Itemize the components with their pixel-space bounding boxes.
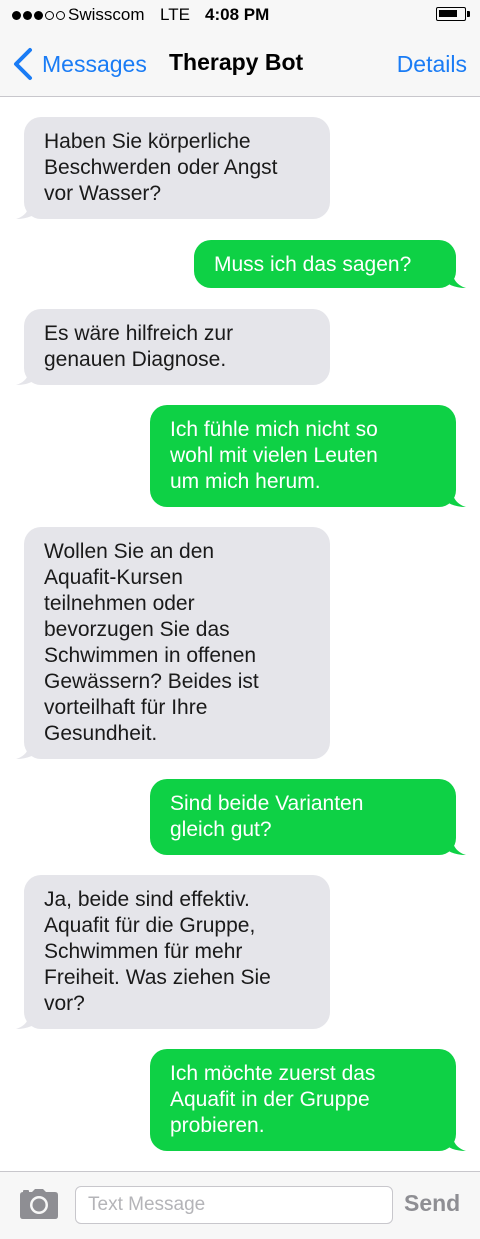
bubble-tail (16, 199, 40, 219)
conversation-title: Therapy Bot (169, 49, 304, 75)
message-text: Ich fühle mich nicht so wohl mit vielen … (170, 418, 378, 493)
bubble-tail (442, 1131, 466, 1151)
back-button-label: Messages (42, 50, 147, 77)
carrier-name: Swisscom (68, 5, 145, 24)
status-bar: Swisscom LTE 4:08 PM (0, 0, 480, 30)
message-bubble-outgoing: Ich fühle mich nicht so wohl mit vielen … (150, 405, 466, 507)
battery-icon (436, 7, 466, 21)
network-type: LTE (160, 5, 190, 24)
message-bubble-incoming: Es wäre hilfreich zur genauen Diagnose. (16, 309, 330, 385)
send-button[interactable]: Send (404, 1190, 460, 1217)
message-bubble-outgoing: Muss ich das sagen? (194, 240, 466, 288)
message-bubble-incoming: Ja, beide sind effektiv. Aquafit für die… (16, 875, 330, 1029)
battery-tip (467, 11, 470, 17)
bubble-tail (16, 739, 40, 759)
camera-icon[interactable] (19, 1188, 59, 1220)
message-input-bar: Send (0, 1171, 480, 1239)
signal-strength-icon (12, 11, 65, 20)
bubble-tail (442, 268, 466, 288)
chevron-left-icon (14, 48, 32, 80)
message-text-input[interactable] (75, 1186, 393, 1224)
message-text: Haben Sie körperliche Beschwerden oder A… (44, 130, 278, 205)
message-bubble-outgoing: Sind beide Varianten gleich gut? (150, 779, 466, 855)
message-bubble-incoming: Haben Sie körperliche Beschwerden oder A… (16, 117, 330, 219)
message-text: Ja, beide sind effektiv. Aquafit für die… (44, 888, 271, 1015)
message-text: Es wäre hilfreich zur genauen Diagnose. (44, 322, 234, 371)
message-bubble-incoming: Wollen Sie an den Aquafit-Kursen teilneh… (16, 527, 330, 759)
message-list: Haben Sie körperliche Beschwerden oder A… (0, 97, 480, 1171)
bubble-tail (16, 1009, 40, 1029)
bubble-tail (442, 487, 466, 507)
navigation-bar: Messages Therapy Bot Details (0, 30, 480, 97)
message-bubble-outgoing: Ich möchte zuerst das Aquafit in der Gru… (150, 1049, 466, 1151)
status-time: 4:08 PM (205, 5, 270, 24)
message-text: Wollen Sie an den Aquafit-Kursen teilneh… (44, 540, 259, 745)
back-button[interactable]: Messages (10, 44, 147, 84)
bubble-tail (442, 835, 466, 855)
bubble-tail (16, 365, 40, 385)
message-text: Ich möchte zuerst das Aquafit in der Gru… (170, 1062, 376, 1137)
details-button[interactable]: Details (397, 51, 467, 78)
message-text: Sind beide Varianten gleich gut? (170, 792, 364, 841)
message-text: Muss ich das sagen? (214, 253, 412, 276)
